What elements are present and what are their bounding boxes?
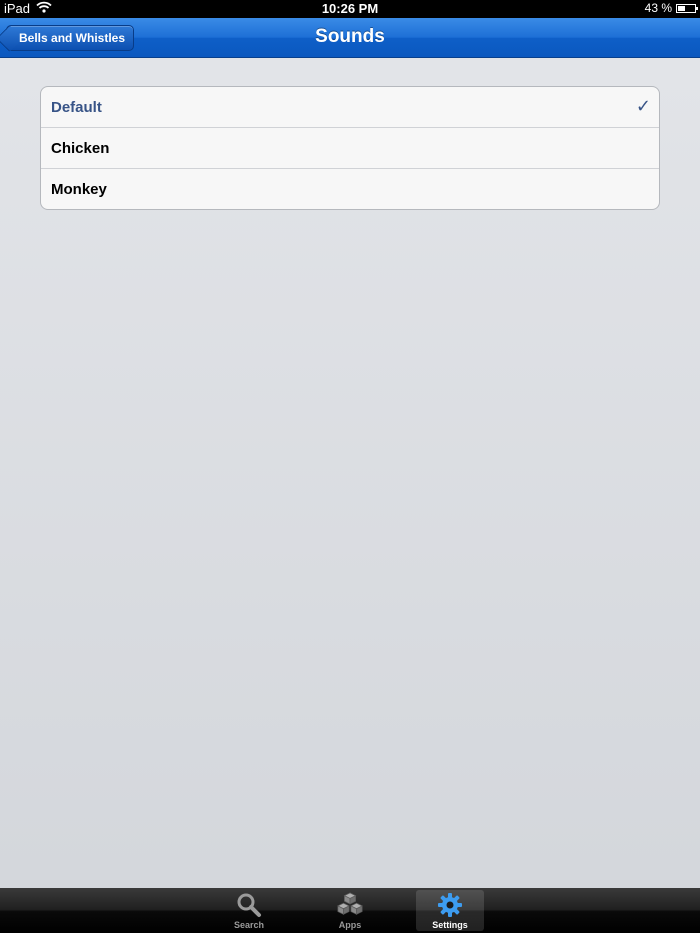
back-button-label: Bells and Whistles <box>19 31 126 45</box>
tab-label: Settings <box>432 920 468 930</box>
sound-option-default[interactable]: Default ✓ <box>41 87 659 128</box>
tab-apps[interactable]: Apps <box>316 890 384 931</box>
status-bar: iPad 10:26 PM 43 % <box>0 0 700 18</box>
tab-label: Search <box>233 920 265 930</box>
tab-label: Apps <box>338 920 362 930</box>
tab-search[interactable]: Search <box>215 890 283 931</box>
sound-option-label: Monkey <box>51 180 107 198</box>
sound-option-label: Chicken <box>51 139 110 157</box>
screen: iPad 10:26 PM 43 % Bells and Whistles So… <box>0 0 700 933</box>
status-right: 43 % <box>644 1 698 15</box>
battery-percent: 43 % <box>644 1 672 15</box>
battery-level <box>678 5 685 11</box>
status-time: 10:26 PM <box>321 1 379 16</box>
sound-option-label: Default <box>51 98 102 116</box>
sounds-list: Default ✓ Chicken Monkey <box>40 86 660 210</box>
navigation-bar: Bells and Whistles Sounds <box>0 18 700 58</box>
sound-option-monkey[interactable]: Monkey <box>41 169 659 209</box>
apps-icon <box>336 891 364 919</box>
battery-icon <box>676 3 698 13</box>
search-icon <box>235 891 263 919</box>
checkmark-icon: ✓ <box>635 96 651 116</box>
sound-option-chicken[interactable]: Chicken <box>41 128 659 169</box>
tab-bar: Search Apps Settings <box>0 888 700 933</box>
gear-icon <box>436 891 464 919</box>
tab-settings[interactable]: Settings <box>416 890 484 931</box>
